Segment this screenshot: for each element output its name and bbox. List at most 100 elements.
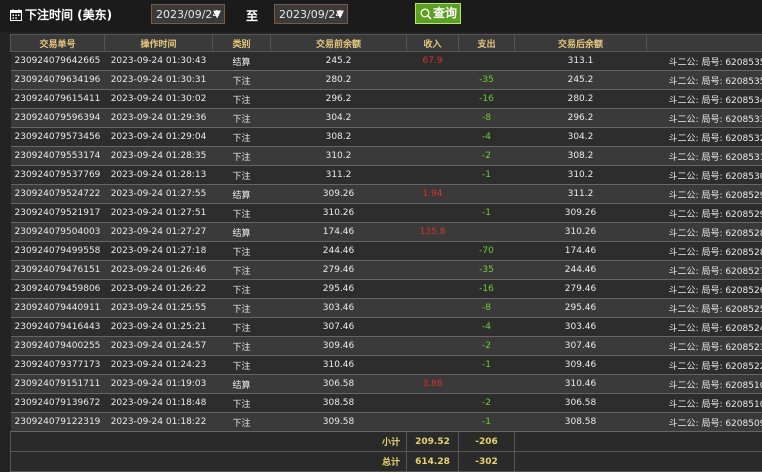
cell-type: 结算 [213,185,271,204]
cell-balance-before: 308.58 [271,394,407,413]
dropdown-arrow-icon: ▼ [336,5,344,25]
cell-balance-before: 311.2 [271,166,407,185]
table-header-row: 交易单号 操作时间 类别 交易前余额 收入 支出 交易后余额 备 [11,35,762,52]
table-row: 2309240795531742023-09-24 01:28:35下注310.… [11,147,762,166]
cell-type: 结算 [213,375,271,394]
col-header-note[interactable]: 备 [647,35,762,52]
cell-operation-time: 2023-09-24 01:27:27 [105,223,213,242]
cell-operation-time: 2023-09-24 01:28:13 [105,166,213,185]
cell-balance-before: 308.2 [271,128,407,147]
cell-operation-time: 2023-09-24 01:25:55 [105,299,213,318]
table-row: 2309240796426652023-09-24 01:30:43结算245.… [11,52,762,71]
cell-type: 下注 [213,147,271,166]
cell-balance-after: 308.58 [515,413,647,432]
table-row: 2309240796154112023-09-24 01:30:02下注296.… [11,90,762,109]
page-title: 下注时间 (美东) [25,6,112,23]
cell-balance-after: 304.2 [515,128,647,147]
cell-transaction-id: 230924079499558 [11,242,105,261]
cell-balance-before: 303.46 [271,299,407,318]
cell-balance-after: 174.46 [515,242,647,261]
cell-operation-time: 2023-09-24 01:28:35 [105,147,213,166]
cell-expense: -1 [459,356,515,375]
cell-balance-after: 308.2 [515,147,647,166]
cell-income [407,280,459,299]
subtotal-empty [515,432,762,452]
cell-operation-time: 2023-09-24 01:30:43 [105,52,213,71]
cell-type: 下注 [213,261,271,280]
cell-note: 斗二公: 局号: 6208527; [647,261,762,280]
cell-transaction-id: 230924079504003 [11,223,105,242]
subtotal-expense: -206 [459,432,515,452]
cell-balance-before: 279.46 [271,261,407,280]
cell-income: 3.88 [407,375,459,394]
cell-balance-before: 296.2 [271,90,407,109]
cell-type: 结算 [213,52,271,71]
cell-operation-time: 2023-09-24 01:25:21 [105,318,213,337]
search-icon [420,8,432,20]
cell-type: 下注 [213,242,271,261]
cell-income [407,299,459,318]
cell-note: 斗二公: 局号: 6208531; [647,147,762,166]
cell-type: 下注 [213,413,271,432]
table-row: 2309240794995582023-09-24 01:27:18下注244.… [11,242,762,261]
table-body: 2309240796426652023-09-24 01:30:43结算245.… [11,52,762,432]
cell-note: 斗二公: 局号: 6208535; [647,52,762,71]
cell-income [407,413,459,432]
table-row: 2309240793771732023-09-24 01:24:23下注310.… [11,356,762,375]
cell-type: 结算 [213,223,271,242]
query-button-label: 查询 [433,6,457,20]
end-date-value: 2023/09/24 [279,8,342,21]
col-header-type[interactable]: 类别 [213,35,271,52]
cell-income [407,318,459,337]
cell-income [407,337,459,356]
cell-note: 斗二公: 局号: 6208534; [647,90,762,109]
cell-transaction-id: 230924079524722 [11,185,105,204]
cell-expense: -2 [459,147,515,166]
cell-transaction-id: 230924079440911 [11,299,105,318]
query-button[interactable]: 查询 [415,3,461,24]
cell-balance-after: 295.46 [515,299,647,318]
table-row: 2309240794409112023-09-24 01:25:55下注303.… [11,299,762,318]
cell-transaction-id: 230924079573456 [11,128,105,147]
cell-income [407,166,459,185]
end-date-select[interactable]: 2023/09/24 ▼ [274,4,348,24]
cell-type: 下注 [213,318,271,337]
cell-balance-after: 309.46 [515,356,647,375]
cell-transaction-id: 230924079634196 [11,71,105,90]
calendar-icon [10,9,22,21]
cell-operation-time: 2023-09-24 01:26:22 [105,280,213,299]
cell-income [407,71,459,90]
cell-note: 斗二公: 局号: 6208529; [647,185,762,204]
cell-type: 下注 [213,394,271,413]
cell-balance-before: 244.46 [271,242,407,261]
col-header-operation-time[interactable]: 操作时间 [105,35,213,52]
cell-transaction-id: 230924079122319 [11,413,105,432]
table-row: 2309240795219172023-09-24 01:27:51下注310.… [11,204,762,223]
cell-balance-before: 309.46 [271,337,407,356]
cell-transaction-id: 230924079400255 [11,337,105,356]
col-header-balance-before[interactable]: 交易前余额 [271,35,407,52]
cell-transaction-id: 230924079553174 [11,147,105,166]
cell-note: 斗二公: 局号: 6208524; [647,318,762,337]
cell-balance-before: 295.46 [271,280,407,299]
cell-transaction-id: 230924079377173 [11,356,105,375]
cell-expense: -70 [459,242,515,261]
cell-note: 斗二公: 局号: 6208529; [647,204,762,223]
cell-balance-before: 174.46 [271,223,407,242]
cell-balance-before: 306.58 [271,375,407,394]
start-date-select[interactable]: 2023/09/24 ▼ [151,4,225,24]
cell-balance-after: 303.46 [515,318,647,337]
col-header-expense[interactable]: 支出 [459,35,515,52]
cell-operation-time: 2023-09-24 01:18:22 [105,413,213,432]
cell-note: 斗二公: 局号: 6208523; [647,337,762,356]
col-header-income[interactable]: 收入 [407,35,459,52]
cell-operation-time: 2023-09-24 01:26:46 [105,261,213,280]
col-header-transaction-id[interactable]: 交易单号 [11,35,105,52]
cell-balance-before: 310.26 [271,204,407,223]
cell-type: 下注 [213,337,271,356]
cell-expense: -35 [459,261,515,280]
cell-note: 斗二公: 局号: 6208533; [647,109,762,128]
col-header-balance-after[interactable]: 交易后余额 [515,35,647,52]
cell-balance-after: 245.2 [515,71,647,90]
cell-balance-after: 313.1 [515,52,647,71]
